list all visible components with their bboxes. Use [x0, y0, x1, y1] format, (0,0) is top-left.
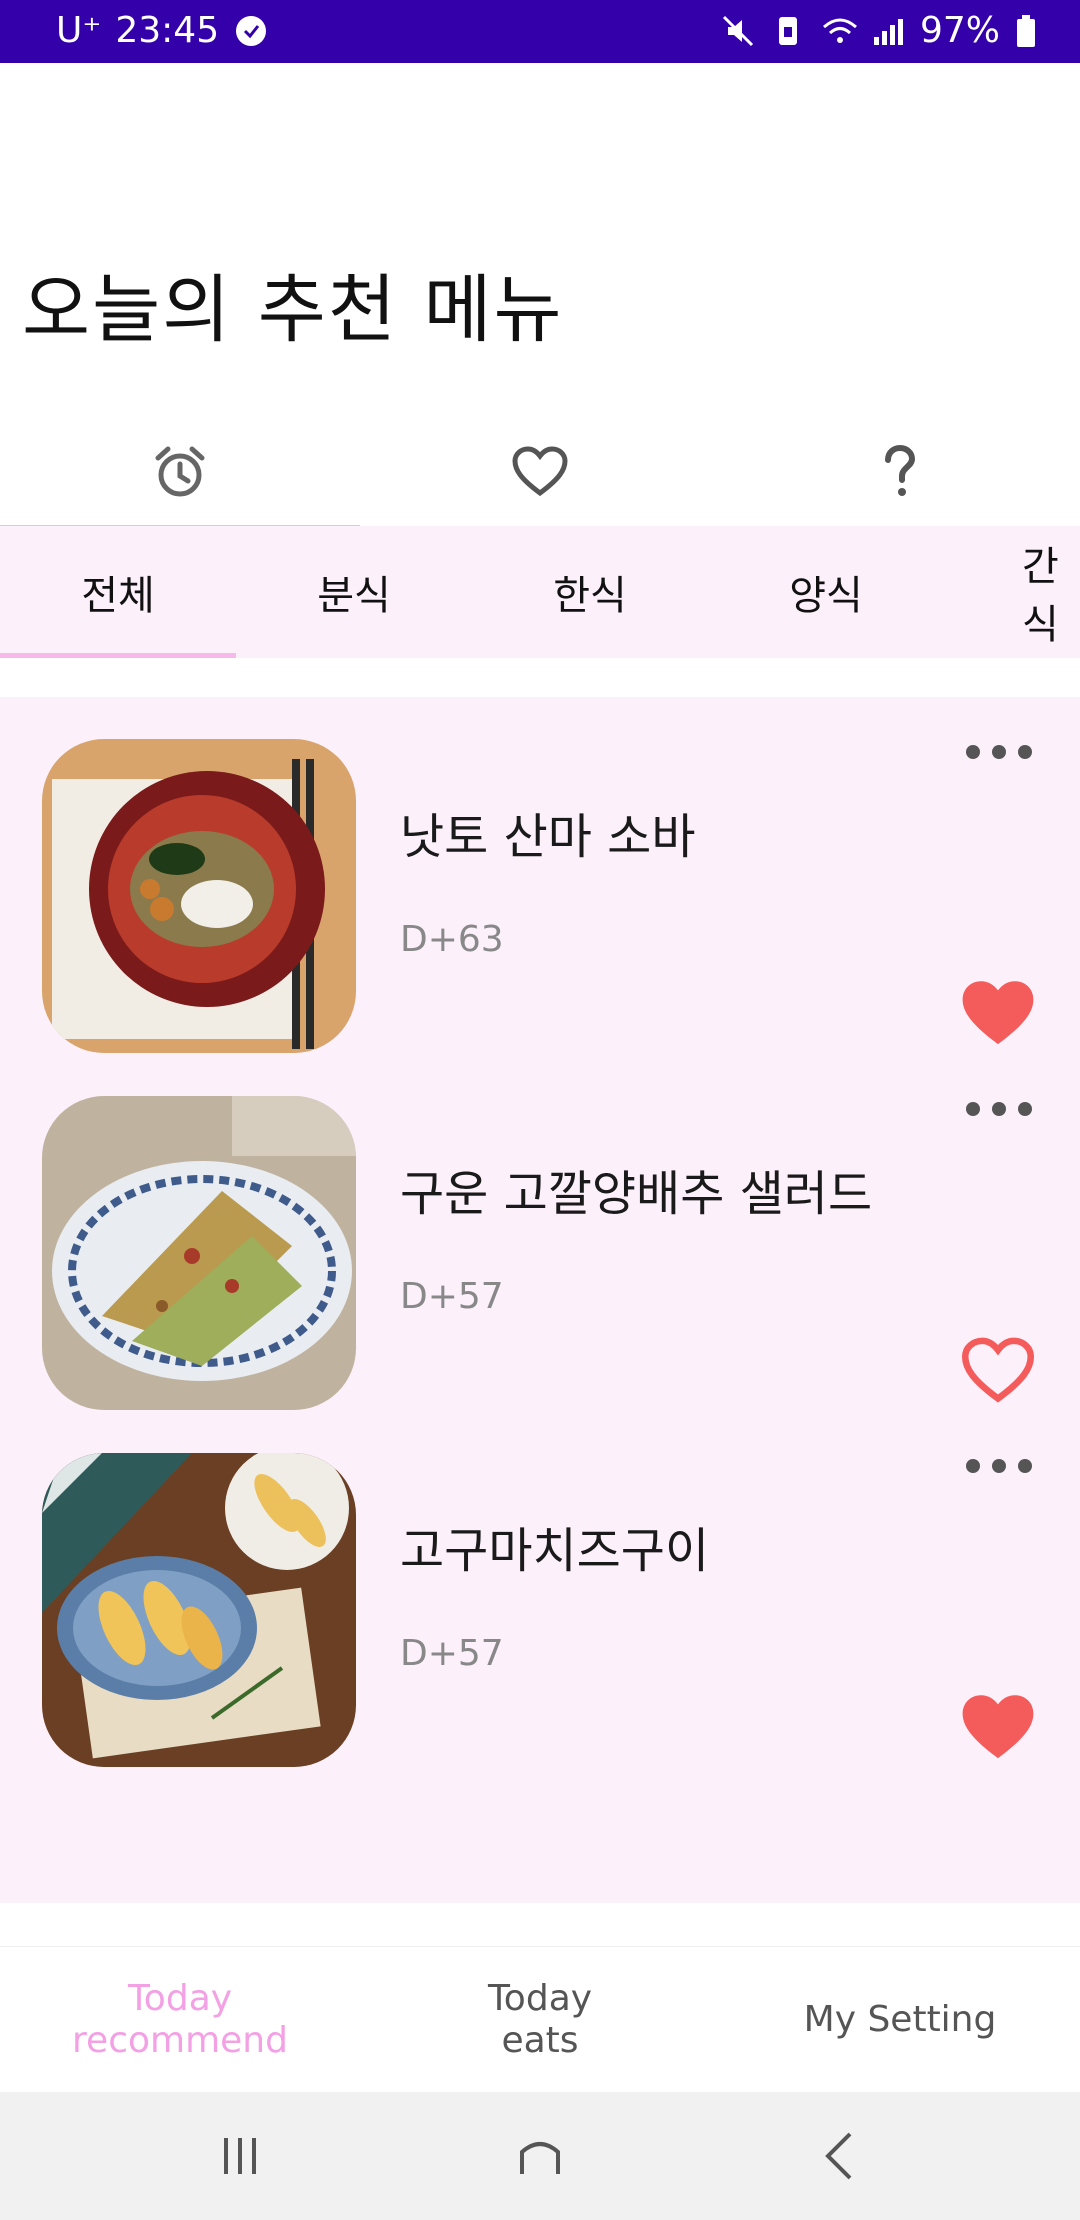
menu-name: 구운 고깔양배추 샐러드 [400, 1166, 873, 1222]
notification-icon [233, 13, 269, 49]
nav-my-setting[interactable]: My Setting [720, 1947, 1080, 2093]
heart-filled-icon[interactable] [960, 1693, 1036, 1763]
signal-icon [870, 13, 906, 49]
list-item[interactable]: 낫토 산마 소바 D+63 [0, 697, 1080, 1053]
food-image [42, 1096, 356, 1410]
menu-dday: D+57 [400, 1276, 504, 1317]
heart-filled-icon[interactable] [960, 979, 1036, 1049]
category-tab-snack-food[interactable]: 분식 [236, 526, 472, 658]
category-tab-korean[interactable]: 한식 [472, 526, 708, 658]
list-item[interactable]: 구운 고깔양배추 샐러드 D+57 [0, 1054, 1080, 1410]
battery-icon [1014, 13, 1050, 49]
back-icon[interactable] [660, 2092, 1020, 2220]
tab-help[interactable] [720, 420, 1080, 528]
food-image [42, 1453, 356, 1767]
carrier-label: U⁺ [56, 10, 102, 51]
category-tab-western[interactable]: 양식 [708, 526, 944, 658]
question-mark-icon [880, 444, 920, 504]
clock: 23:45 [115, 10, 220, 51]
system-navigation-bar [0, 2092, 1080, 2220]
category-label: 간식 [1022, 544, 1059, 648]
category-label: 전체 [81, 573, 155, 619]
menu-name: 낫토 산마 소바 [400, 809, 696, 865]
category-tab-dessert[interactable]: 간식 [944, 526, 1080, 658]
status-bar: U⁺ 23:45 97% [0, 0, 1080, 63]
food-image [42, 739, 356, 1053]
list-item[interactable]: 고구마치즈구이 D+57 [0, 1411, 1080, 1767]
menu-name: 고구마치즈구이 [400, 1523, 710, 1579]
tab-recommend-alarm[interactable] [0, 420, 360, 530]
alarm-clock-icon [152, 444, 208, 504]
category-label: 분식 [317, 573, 391, 619]
menu-dday: D+63 [400, 919, 504, 960]
more-options-icon[interactable] [966, 1094, 1032, 1124]
more-options-icon[interactable] [966, 737, 1032, 767]
category-indicator [0, 653, 236, 658]
category-tab-bar: 전체 분식 한식 양식 간식 [0, 526, 1080, 658]
battery-percent: 97% [919, 10, 1000, 51]
page-title: 오늘의 추천 메뉴 [22, 267, 564, 353]
nav-today-recommend[interactable]: Today recommend [0, 1947, 360, 2093]
heart-outline-icon[interactable] [960, 1336, 1036, 1406]
mute-icon [720, 13, 756, 49]
top-tab-bar [0, 420, 1080, 530]
category-tab-all[interactable]: 전체 [0, 526, 236, 658]
wifi-icon [820, 13, 857, 49]
bottom-navigation: Today recommend Today eats My Setting [0, 1946, 1080, 2093]
sim-icon [770, 13, 806, 49]
heart-outline-icon [511, 446, 569, 502]
category-label: 한식 [553, 573, 627, 619]
menu-dday: D+57 [400, 1633, 504, 1674]
nav-today-eats[interactable]: Today eats [360, 1947, 720, 2093]
tab-favorites[interactable] [360, 420, 720, 528]
more-options-icon[interactable] [966, 1451, 1032, 1481]
category-label: 양식 [789, 573, 863, 619]
menu-list: 낫토 산마 소바 D+63 구운 고깔양배추 샐러드 D+57 고구마치즈구이 … [0, 697, 1080, 1903]
